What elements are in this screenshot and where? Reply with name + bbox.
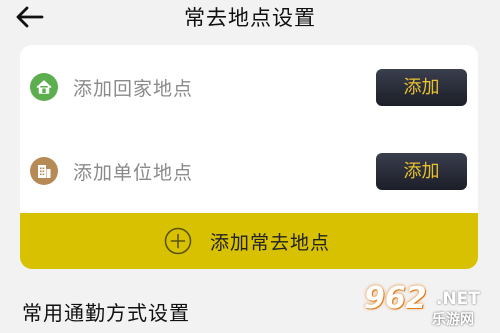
page: 常去地点设置 添加回家地点 添加 添加单位地点 添加 添加常去地点 常用通勤方式… <box>0 0 500 333</box>
work-location-row[interactable]: 添加单位地点 添加 <box>20 129 478 213</box>
add-work-button[interactable]: 添加 <box>376 153 467 190</box>
location-card: 添加回家地点 添加 添加单位地点 添加 添加常去地点 <box>20 45 478 269</box>
plus-circle-icon <box>164 227 192 255</box>
header: 常去地点设置 <box>0 0 500 34</box>
work-location-label: 添加单位地点 <box>73 162 194 184</box>
watermark-text: 乐游网 <box>432 312 474 328</box>
add-frequent-location-label: 添加常去地点 <box>210 232 331 254</box>
watermark: 962 .NET 乐游网 <box>360 281 500 333</box>
add-frequent-location-button[interactable]: 添加常去地点 <box>20 213 478 269</box>
home-location-label: 添加回家地点 <box>73 78 194 100</box>
page-title: 常去地点设置 <box>184 6 316 30</box>
home-location-row[interactable]: 添加回家地点 添加 <box>20 45 478 129</box>
office-icon <box>30 157 58 185</box>
watermark-logo: 962 <box>364 281 427 316</box>
home-icon <box>30 73 58 101</box>
watermark-domain: .NET <box>436 289 480 309</box>
commute-section-title: 常用通勤方式设置 <box>22 301 190 325</box>
add-home-button[interactable]: 添加 <box>376 69 467 106</box>
